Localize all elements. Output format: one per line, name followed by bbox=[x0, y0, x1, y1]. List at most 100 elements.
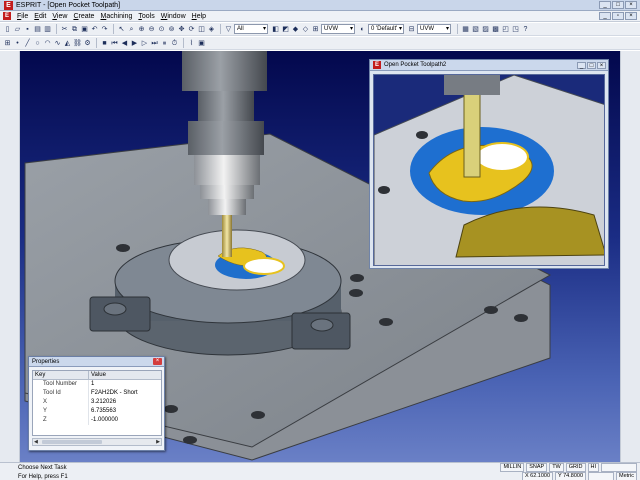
window-tile-icon[interactable]: ▦ bbox=[461, 25, 470, 34]
menu-edit[interactable]: Edit bbox=[31, 13, 49, 20]
sim-step-back-icon[interactable]: ◀ bbox=[120, 39, 129, 48]
mode-tw[interactable]: TW bbox=[549, 463, 564, 472]
mode-grid[interactable]: GRID bbox=[565, 463, 586, 472]
workplane-combo2[interactable]: UVW bbox=[417, 24, 451, 34]
doc-restore-button[interactable]: ▫ bbox=[612, 12, 624, 20]
menu-help[interactable]: Help bbox=[189, 13, 209, 20]
scroll-thumb[interactable] bbox=[42, 440, 102, 444]
workplane-icon[interactable]: ⊞ bbox=[311, 25, 320, 34]
display-icon[interactable]: ◩ bbox=[281, 25, 290, 34]
zoom-extents-icon[interactable]: ⊚ bbox=[167, 25, 176, 34]
minimize-button[interactable]: _ bbox=[599, 1, 611, 9]
scroll-right-icon[interactable]: ▶ bbox=[156, 439, 160, 445]
document-logo-icon[interactable]: E bbox=[3, 12, 11, 20]
view-cube-icon[interactable]: ◫ bbox=[197, 25, 206, 34]
sim-pause-icon[interactable]: ⏸ bbox=[160, 39, 169, 48]
mode-snap[interactable]: SNAP bbox=[526, 463, 548, 472]
point-icon[interactable]: • bbox=[13, 39, 22, 48]
table-row[interactable]: X 3.212026 bbox=[33, 398, 161, 407]
filter-icon[interactable]: ▽ bbox=[224, 25, 233, 34]
select-arrow-icon[interactable]: ↖ bbox=[117, 25, 126, 34]
zoom-in-icon[interactable]: ⊕ bbox=[137, 25, 146, 34]
mode-hi[interactable]: HI bbox=[587, 463, 599, 472]
redo-icon[interactable]: ↷ bbox=[100, 25, 109, 34]
workplane-alt-icon[interactable]: ⊟ bbox=[407, 25, 416, 34]
menu-create[interactable]: Create bbox=[70, 13, 97, 20]
subwindow-toolpath2[interactable]: E Open Pocket Toolpath2 _ □ × bbox=[369, 59, 609, 269]
new-file-icon[interactable]: ▯ bbox=[3, 25, 12, 34]
arc-icon[interactable]: ◠ bbox=[43, 39, 52, 48]
layer-combo[interactable]: 0 'Default' bbox=[368, 24, 404, 34]
menu-window[interactable]: Window bbox=[158, 13, 189, 20]
sim-step-icon[interactable]: ▷ bbox=[140, 39, 149, 48]
print-preview-icon[interactable]: ▥ bbox=[43, 25, 52, 34]
subwindow-maximize-button[interactable]: □ bbox=[587, 61, 596, 69]
sim-speed-icon[interactable]: ⏱ bbox=[170, 39, 179, 48]
mode-millin[interactable]: MILLIN bbox=[500, 463, 525, 472]
wireframe-icon[interactable]: ◇ bbox=[301, 25, 310, 34]
column-value[interactable]: Value bbox=[89, 371, 106, 379]
properties-titlebar[interactable]: Properties × bbox=[29, 357, 164, 367]
menu-machining[interactable]: Machining bbox=[97, 13, 135, 20]
copy-icon[interactable]: ⧉ bbox=[70, 25, 79, 34]
scroll-left-icon[interactable]: ◀ bbox=[34, 439, 38, 445]
window-arrange-icon[interactable]: ◰ bbox=[501, 25, 510, 34]
zoom-out-icon[interactable]: ⊖ bbox=[147, 25, 156, 34]
help-icon[interactable]: ? bbox=[521, 25, 530, 34]
layer-icon[interactable]: ◧ bbox=[271, 25, 280, 34]
zoom-all-icon[interactable]: ⊙ bbox=[157, 25, 166, 34]
zoom-window-icon[interactable]: ⌕ bbox=[127, 25, 136, 34]
properties-title: Properties bbox=[32, 358, 60, 365]
window-cascade-icon[interactable]: ▧ bbox=[471, 25, 480, 34]
window-list-icon[interactable]: ◳ bbox=[511, 25, 520, 34]
undo-icon[interactable]: ↶ bbox=[90, 25, 99, 34]
subwindow-titlebar[interactable]: E Open Pocket Toolpath2 _ □ × bbox=[370, 60, 608, 71]
sim-rewind-icon[interactable]: ⏮ bbox=[110, 39, 119, 48]
table-row[interactable]: Tool Id F2AH2DK - Short bbox=[33, 389, 161, 398]
window-new-icon[interactable]: ▨ bbox=[481, 25, 490, 34]
menu-tools[interactable]: Tools bbox=[135, 13, 157, 20]
spindle-housing bbox=[182, 51, 267, 91]
menu-file[interactable]: File bbox=[14, 13, 31, 20]
paste-icon[interactable]: ▣ bbox=[80, 25, 89, 34]
doc-close-button[interactable]: × bbox=[625, 12, 637, 20]
doc-minimize-button[interactable]: _ bbox=[599, 12, 611, 20]
save-icon[interactable]: ▪ bbox=[23, 25, 32, 34]
open-folder-icon[interactable]: ▱ bbox=[13, 25, 22, 34]
properties-close-icon[interactable]: × bbox=[153, 358, 162, 365]
rotate-icon[interactable]: ⟳ bbox=[187, 25, 196, 34]
column-key[interactable]: Key bbox=[33, 371, 89, 379]
window-split-icon[interactable]: ▩ bbox=[491, 25, 500, 34]
line-icon[interactable]: ╱ bbox=[23, 39, 32, 48]
subwindow-viewport[interactable] bbox=[373, 74, 605, 266]
solid-icon[interactable]: ◆ bbox=[291, 25, 300, 34]
chain-icon[interactable]: ⛓ bbox=[73, 39, 82, 48]
table-row[interactable]: Tool Number 1 bbox=[33, 380, 161, 389]
properties-horizontal-scrollbar[interactable]: ◀ ▶ bbox=[32, 438, 162, 446]
layer-color-icon[interactable]: ◐ bbox=[358, 25, 367, 34]
cut-icon[interactable]: ✂ bbox=[60, 25, 69, 34]
close-button[interactable]: × bbox=[625, 1, 637, 9]
feature-icon[interactable]: ◭ bbox=[63, 39, 72, 48]
properties-panel[interactable]: Properties × Key Value Tool Number 1 Tool… bbox=[28, 356, 165, 451]
workplane-combo[interactable]: UVW bbox=[321, 24, 355, 34]
table-row[interactable]: Z -1.000000 bbox=[33, 416, 161, 425]
subwindow-close-button[interactable]: × bbox=[597, 61, 606, 69]
sim-toolpath-icon[interactable]: ⌇ bbox=[187, 39, 196, 48]
operation-icon[interactable]: ⚙ bbox=[83, 39, 92, 48]
maximize-button[interactable]: □ bbox=[612, 1, 624, 9]
sim-play-icon[interactable]: ▶ bbox=[130, 39, 139, 48]
circle-icon[interactable]: ○ bbox=[33, 39, 42, 48]
pan-icon[interactable]: ✥ bbox=[177, 25, 186, 34]
print-icon[interactable]: ▤ bbox=[33, 25, 42, 34]
menu-view[interactable]: View bbox=[49, 13, 70, 20]
filter-combo[interactable]: All bbox=[234, 24, 268, 34]
sim-end-icon[interactable]: ⏭ bbox=[150, 39, 159, 48]
subwindow-minimize-button[interactable]: _ bbox=[577, 61, 586, 69]
spline-icon[interactable]: ∿ bbox=[53, 39, 62, 48]
table-row[interactable]: Y 6.735563 bbox=[33, 407, 161, 416]
sim-stop-icon[interactable]: ■ bbox=[100, 39, 109, 48]
sim-stock-icon[interactable]: ▣ bbox=[197, 39, 206, 48]
grid-icon[interactable]: ⊞ bbox=[3, 39, 12, 48]
view-iso-icon[interactable]: ◈ bbox=[207, 25, 216, 34]
